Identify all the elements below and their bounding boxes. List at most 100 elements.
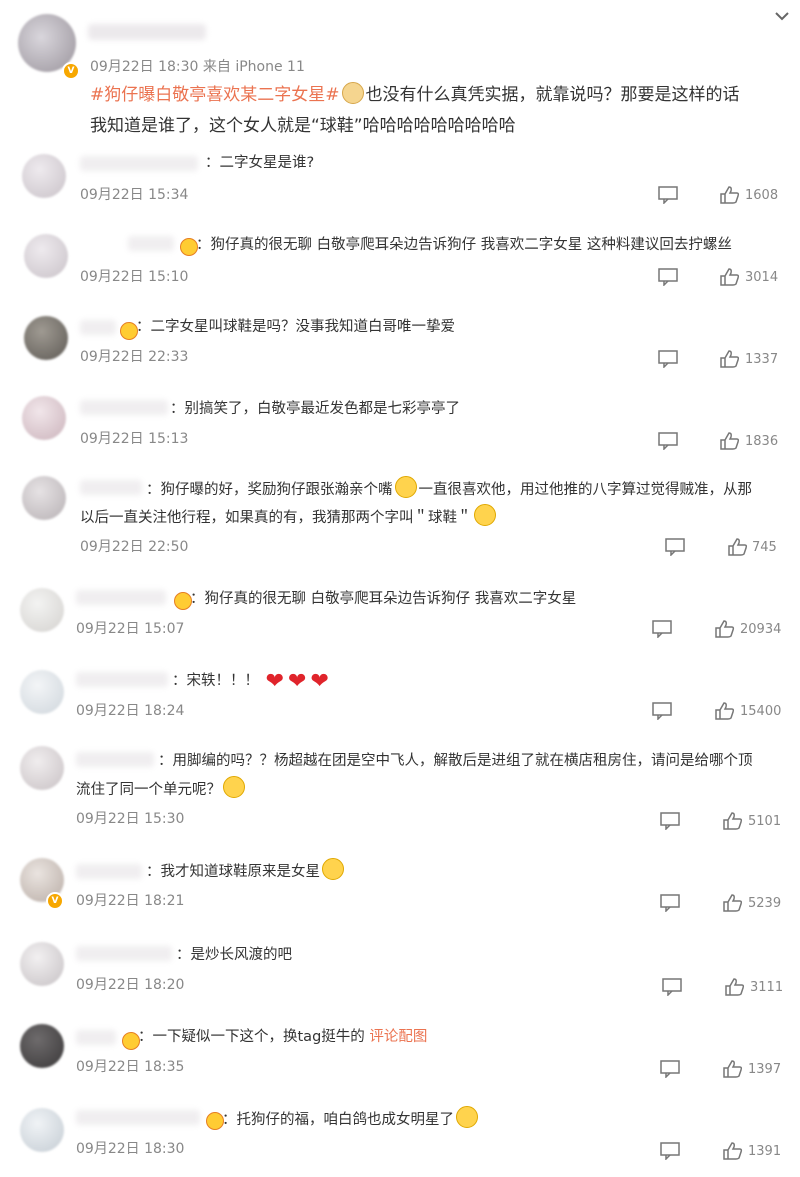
thumbs-up-icon[interactable] [720, 186, 740, 204]
avatar[interactable] [24, 316, 68, 360]
thumbs-up-icon[interactable] [723, 1142, 743, 1160]
comment-text-cont: 以后一直关注他行程，如果真的有，我猜那两个字叫＂球鞋＂ [80, 504, 498, 531]
avatar[interactable] [24, 234, 68, 278]
thumbs-up-icon[interactable] [725, 978, 745, 996]
thumbs-up-icon[interactable] [723, 1060, 743, 1078]
avatar[interactable] [20, 1024, 64, 1068]
username-blurred[interactable] [80, 400, 168, 415]
comment-time: 09月22日 18:21 [76, 893, 185, 909]
avatar[interactable] [22, 476, 66, 520]
comment-time: 09月22日 18:20 [76, 977, 185, 993]
username-blurred[interactable] [80, 320, 116, 335]
username-blurred[interactable] [76, 672, 168, 687]
like-count: 1397 [748, 1062, 782, 1077]
comment-icon[interactable] [658, 350, 678, 368]
comment-icon[interactable] [665, 538, 685, 556]
username-blurred[interactable] [80, 156, 198, 171]
comment-time: 09月22日 18:35 [76, 1059, 185, 1075]
laughing-emoji-icon [322, 858, 344, 880]
heart-emoji-icon: ❤ [288, 669, 307, 694]
comment-item: ：托狗仔的福，咱白鸽也成女明星了 09月22日 18:30 1391 [0, 1102, 800, 1176]
comment-text: ：狗仔真的很无聊 白敬亭爬耳朵边告诉狗仔 我喜欢二字女星 [190, 591, 577, 607]
comment-time: 09月22日 15:10 [80, 269, 189, 285]
comment-text: ：二字女星是谁? [205, 155, 315, 171]
like-count: 5239 [748, 896, 782, 911]
thumbs-up-icon[interactable] [720, 268, 740, 286]
original-post: V 09月22日 18:30 来自 iPhone 11 #狗仔曝白敬亭喜欢某二字… [0, 0, 800, 150]
avatar[interactable] [20, 746, 64, 790]
avatar[interactable] [20, 670, 64, 714]
comment-icon[interactable] [660, 894, 680, 912]
like-count: 1391 [748, 1144, 782, 1159]
avatar[interactable] [20, 588, 64, 632]
comment-text: ：二字女星叫球鞋是吗？没事我知道白哥唯一挚爱 [136, 319, 455, 335]
comment-item: V ：我才知道球鞋原来是女星 09月22日 18:21 5239 [0, 854, 800, 928]
like-count: 15400 [740, 704, 782, 719]
avatar[interactable] [22, 396, 66, 440]
thumbs-up-icon[interactable] [715, 620, 735, 638]
verified-badge-icon: V [62, 62, 80, 80]
username-blurred[interactable] [80, 480, 142, 495]
comment-text: ：狗仔曝的好，奖励狗仔跟张瀚亲个嘴 一直很喜欢他，用过他推的八字算过觉得贼准，从那 [146, 476, 752, 503]
comment-icon[interactable] [658, 432, 678, 450]
thumbs-up-icon[interactable] [715, 702, 735, 720]
comment-icon[interactable] [652, 620, 672, 638]
comment-item: ：用脚编的吗？？杨超越在团是空中飞人，解散后是进组了就在横店租房住，请问是给哪个… [0, 742, 800, 846]
doge-emoji-icon [341, 82, 364, 104]
comment-text: ：狗仔真的很无聊 白敬亭爬耳朵边告诉狗仔 我喜欢二字女星 这种料建议回去拧螺丝 [196, 237, 732, 253]
comment-icon[interactable] [658, 186, 678, 204]
comment-icon[interactable] [660, 812, 680, 830]
username-blurred[interactable] [76, 946, 172, 961]
username-blurred[interactable] [76, 752, 154, 767]
like-count: 1608 [745, 188, 779, 203]
comment-image-link[interactable]: 评论配图 [369, 1029, 427, 1045]
heart-emoji-icon: ❤ [310, 669, 329, 694]
like-count: 5101 [748, 814, 782, 829]
thumbs-up-icon[interactable] [720, 432, 740, 450]
comment-icon[interactable] [652, 702, 672, 720]
comment-icon[interactable] [660, 1060, 680, 1078]
crying-emoji-icon [456, 1106, 478, 1128]
crying-emoji-icon [394, 476, 417, 498]
comment-text: ：我才知道球鞋原来是女星 [146, 858, 346, 885]
like-count: 20934 [740, 622, 782, 637]
comment-icon[interactable] [660, 1142, 680, 1160]
comment-time: 09月22日 22:33 [80, 349, 189, 365]
username-blurred[interactable] [76, 864, 142, 879]
comment-time: 09月22日 18:30 [76, 1141, 185, 1157]
thumbs-up-icon[interactable] [728, 538, 748, 556]
comment-text: ：一下疑似一下这个，换tag挺牛的 评论配图 [138, 1029, 428, 1045]
comment-time: 09月22日 15:13 [80, 431, 189, 447]
comment-item: ：二字女星是谁? 09月22日 15:34 1608 [0, 150, 800, 220]
comment-text: ：托狗仔的福，咱白鸽也成女明星了 [222, 1106, 480, 1133]
username-blurred[interactable] [76, 1030, 116, 1045]
comment-text-cont: 流住了同一个单元呢？ [76, 776, 247, 803]
like-count: 1836 [745, 434, 779, 449]
username-blurred[interactable] [88, 24, 206, 40]
username-blurred[interactable] [76, 1110, 200, 1125]
topic-link[interactable]: #狗仔曝白敬亭喜欢某二字女星# [90, 85, 340, 105]
avatar[interactable] [20, 942, 64, 986]
post-text: #狗仔曝白敬亭喜欢某二字女星# 也没有什么真凭实据，就靠说吗？那要是这样的话 我知… [90, 80, 790, 142]
crying-emoji-icon [473, 504, 496, 526]
like-count: 745 [752, 540, 777, 555]
comment-text: ：宋轶！！！ ❤ ❤ ❤ [172, 669, 329, 694]
comment-time: 09月22日 15:30 [76, 811, 185, 827]
comment-time: 09月22日 15:07 [76, 621, 185, 637]
comment-icon[interactable] [658, 268, 678, 286]
thumbs-up-icon[interactable] [720, 350, 740, 368]
avatar[interactable] [20, 1108, 64, 1152]
comment-text: ：别搞笑了，白敬亭最近发色都是七彩亭亭了 [170, 401, 460, 417]
post-meta: 09月22日 18:30 来自 iPhone 11 [90, 59, 305, 75]
username-blurred[interactable] [128, 236, 174, 251]
comment-item: ：是炒长风渡的吧 09月22日 18:20 3111 [0, 938, 800, 1012]
like-count: 1337 [745, 352, 779, 367]
thumbs-up-icon[interactable] [723, 812, 743, 830]
comment-icon[interactable] [662, 978, 682, 996]
thumbs-up-icon[interactable] [723, 894, 743, 912]
avatar[interactable] [22, 154, 66, 198]
comment-item: ：宋轶！！！ ❤ ❤ ❤ 09月22日 18:24 15400 [0, 662, 800, 736]
comment-item: ：狗仔真的很无聊 白敬亭爬耳朵边告诉狗仔 我喜欢二字女星 09月22日 15:0… [0, 582, 800, 656]
username-blurred[interactable] [76, 590, 166, 605]
heart-emoji-icon: ❤ [265, 669, 285, 694]
